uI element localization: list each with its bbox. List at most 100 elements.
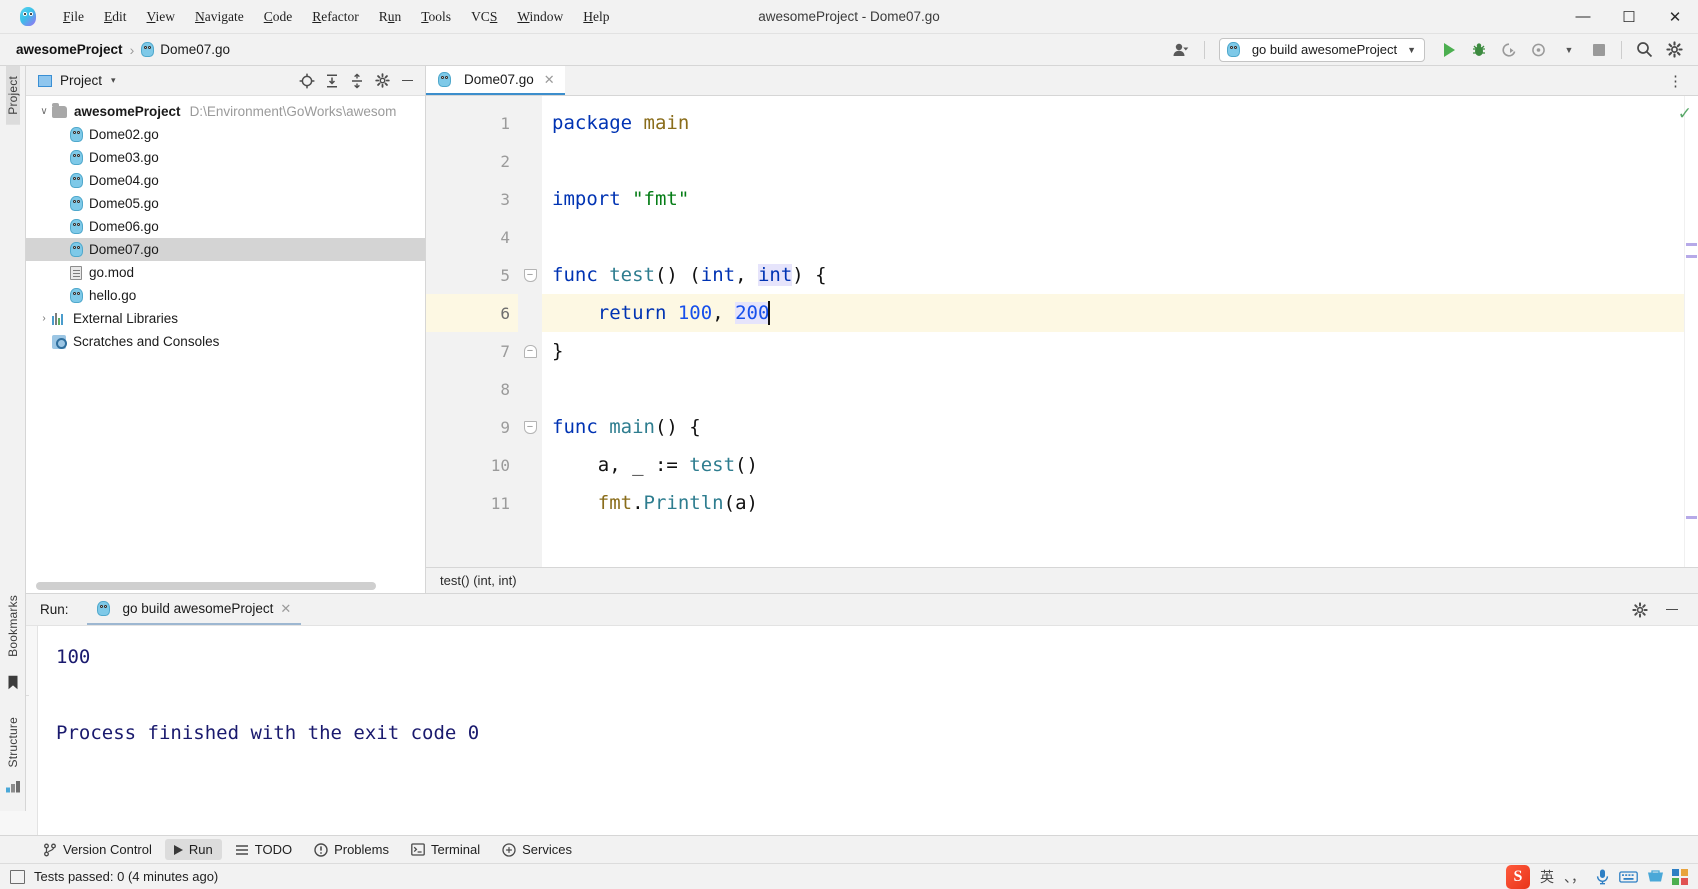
goland-logo-icon bbox=[17, 6, 39, 28]
toolbar-right: go build awesomeProject ▼ ▼ bbox=[1168, 37, 1698, 63]
code-editor[interactable]: package main import "fmt" func test() (i… bbox=[542, 96, 1684, 567]
tree-item-gomod[interactable]: ▸ go.mod bbox=[26, 261, 425, 284]
fold-toggle-icon[interactable]: − bbox=[523, 420, 537, 434]
close-icon[interactable]: ✕ bbox=[280, 601, 291, 617]
tool-window-stripe-project[interactable]: Project bbox=[5, 66, 20, 125]
tree-item-dome02[interactable]: ▸ Dome02.go bbox=[26, 123, 425, 146]
run-configuration-selector[interactable]: go build awesomeProject ▼ bbox=[1218, 37, 1425, 62]
tools-icon[interactable] bbox=[1646, 869, 1664, 884]
tree-item-scratches[interactable]: ▸ Scratches and Consoles bbox=[26, 330, 425, 353]
console-line: 100 bbox=[56, 646, 91, 668]
editor-gutter[interactable]: 1 2 3 4 5 6 7 8 9 10 11 bbox=[426, 96, 544, 567]
close-icon[interactable]: ✕ bbox=[544, 72, 555, 88]
project-horizontal-scrollbar[interactable] bbox=[26, 582, 425, 593]
inspection-ok-icon[interactable]: ✓ bbox=[1678, 104, 1692, 124]
menu-tools[interactable]: Tools bbox=[411, 5, 461, 29]
gear-icon[interactable] bbox=[1626, 597, 1654, 623]
menu-refactor[interactable]: Refactor bbox=[302, 5, 368, 29]
hide-icon[interactable] bbox=[395, 69, 419, 93]
more-icon[interactable]: ⋮ bbox=[1662, 72, 1690, 90]
tool-window-run[interactable]: Run bbox=[164, 839, 222, 860]
chevron-down-icon[interactable]: ∨ bbox=[36, 106, 52, 117]
debug-button[interactable] bbox=[1465, 37, 1493, 63]
minimize-button[interactable]: — bbox=[1560, 0, 1606, 33]
menu-window[interactable]: Window bbox=[507, 5, 573, 29]
maximize-button[interactable]: ☐ bbox=[1606, 0, 1652, 33]
mic-icon[interactable] bbox=[1593, 868, 1611, 885]
tool-window-todo[interactable]: TODO bbox=[226, 839, 301, 860]
tool-window-terminal[interactable]: Terminal bbox=[402, 839, 489, 860]
editor-tab-dome07[interactable]: Dome07.go ✕ bbox=[426, 66, 565, 95]
run-button[interactable] bbox=[1435, 37, 1463, 63]
ime-punctuation-icon[interactable]: 、， bbox=[1564, 867, 1585, 887]
apps-icon[interactable] bbox=[1672, 868, 1688, 885]
menu-navigate[interactable]: Navigate bbox=[185, 5, 254, 29]
folder-icon bbox=[52, 102, 67, 118]
account-icon[interactable] bbox=[1168, 37, 1196, 63]
line-number: 9 bbox=[500, 417, 510, 437]
bookmark-icon[interactable] bbox=[7, 675, 19, 693]
editor-fold-column[interactable]: − − − bbox=[518, 96, 542, 567]
tree-item-dome07[interactable]: ▸ Dome07.go bbox=[26, 238, 425, 261]
hide-icon[interactable] bbox=[1658, 597, 1686, 623]
project-tool-window: Project ▾ ∨ awesomeProject D:\Environmen… bbox=[26, 66, 426, 593]
tree-item-hello[interactable]: ▸ hello.go bbox=[26, 284, 425, 307]
tool-window-stripe-structure[interactable]: Structure bbox=[6, 707, 20, 778]
run-console-output[interactable]: 100 Process finished with the exit code … bbox=[38, 626, 1698, 835]
coverage-button[interactable] bbox=[1495, 37, 1523, 63]
collapse-all-icon[interactable] bbox=[345, 69, 369, 93]
expand-all-icon[interactable] bbox=[320, 69, 344, 93]
tree-item-dome05[interactable]: ▸ Dome05.go bbox=[26, 192, 425, 215]
tree-item-external-libraries[interactable]: › External Libraries bbox=[26, 307, 425, 330]
gutter-line: 11 bbox=[426, 484, 518, 522]
gutter-line: 2 bbox=[426, 142, 518, 180]
event-log-icon[interactable] bbox=[10, 869, 25, 884]
profile-dropdown-icon[interactable]: ▼ bbox=[1555, 37, 1583, 63]
menu-code[interactable]: Code bbox=[254, 5, 303, 29]
ime-mode-label[interactable]: 英 bbox=[1538, 867, 1556, 887]
search-icon[interactable] bbox=[1630, 37, 1658, 63]
menu-run[interactable]: Run bbox=[369, 5, 412, 29]
menu-help[interactable]: Help bbox=[573, 5, 619, 29]
chevron-right-icon[interactable]: › bbox=[36, 313, 52, 324]
chevron-down-icon[interactable]: ▾ bbox=[111, 75, 116, 86]
tree-item-dome06[interactable]: ▸ Dome06.go bbox=[26, 215, 425, 238]
stop-button[interactable] bbox=[1585, 37, 1613, 63]
tool-window-stripe-bookmarks[interactable]: Bookmarks bbox=[6, 585, 20, 671]
breadcrumb: awesomeProject › Dome07.go bbox=[16, 42, 230, 58]
gear-icon[interactable] bbox=[1660, 37, 1688, 63]
run-window-body: » 100 Process finished with the exit cod… bbox=[0, 626, 1698, 835]
tool-window-version-control[interactable]: Version Control bbox=[34, 839, 161, 860]
left-tool-strip: Project bbox=[0, 66, 26, 593]
editor-marker-scrollbar[interactable]: ✓ bbox=[1678, 96, 1698, 567]
keyboard-icon[interactable] bbox=[1619, 870, 1638, 884]
tool-window-services[interactable]: Services bbox=[493, 839, 581, 860]
line-number: 10 bbox=[490, 455, 510, 475]
editor-column: Dome07.go ✕ ⋮ 1 2 3 4 5 6 7 8 9 10 11 − … bbox=[426, 66, 1698, 593]
fold-toggle-icon[interactable]: − bbox=[523, 268, 537, 282]
breadcrumb-file[interactable]: Dome07.go bbox=[160, 42, 230, 57]
menu-vcs[interactable]: VCS bbox=[461, 5, 507, 29]
profile-button[interactable] bbox=[1525, 37, 1553, 63]
tree-item-path: D:\Environment\GoWorks\awesom bbox=[189, 104, 397, 119]
gear-icon[interactable] bbox=[370, 69, 394, 93]
tree-item-awesomeproject[interactable]: ∨ awesomeProject D:\Environment\GoWorks\… bbox=[26, 100, 425, 123]
menu-view[interactable]: View bbox=[137, 5, 185, 29]
tree-item-dome03[interactable]: ▸ Dome03.go bbox=[26, 146, 425, 169]
breadcrumb-project[interactable]: awesomeProject bbox=[16, 42, 123, 57]
locate-icon[interactable] bbox=[295, 69, 319, 93]
menu-file[interactable]: File bbox=[53, 5, 94, 29]
fold-end-icon[interactable]: − bbox=[523, 344, 537, 358]
chevron-down-icon: ▼ bbox=[1407, 44, 1416, 55]
line-number: 6 bbox=[500, 303, 510, 323]
sogou-logo-icon[interactable]: S bbox=[1506, 864, 1530, 889]
close-button[interactable]: ✕ bbox=[1652, 0, 1698, 33]
tree-item-dome04[interactable]: ▸ Dome04.go bbox=[26, 169, 425, 192]
project-panel-header: Project ▾ bbox=[26, 66, 425, 96]
tool-window-problems[interactable]: Problems bbox=[305, 839, 398, 860]
go-config-icon bbox=[1226, 42, 1240, 57]
run-tab-go-build[interactable]: go build awesomeProject ✕ bbox=[86, 594, 302, 625]
menu-edit[interactable]: Edit bbox=[94, 5, 137, 29]
structure-icon[interactable] bbox=[5, 781, 20, 796]
